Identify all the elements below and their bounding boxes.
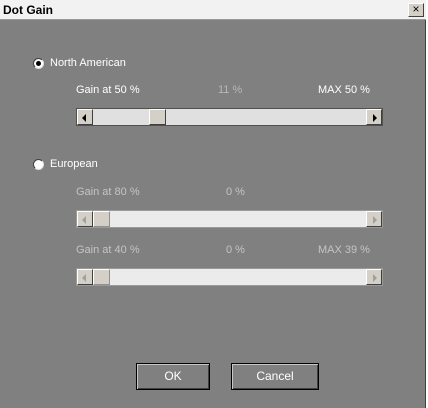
- eu-gain40-label: Gain at 40 %: [76, 244, 140, 256]
- na-slider-left-button[interactable]: [77, 109, 93, 125]
- right-arrow-icon: [373, 216, 377, 224]
- north-american-option[interactable]: North American: [33, 57, 126, 69]
- right-arrow-icon: [373, 274, 377, 282]
- ok-button[interactable]: OK: [136, 363, 210, 390]
- eu40-slider-left-button[interactable]: [77, 269, 93, 285]
- left-arrow-icon: [82, 216, 86, 224]
- title-bar: Dot Gain ×: [0, 0, 426, 20]
- dot-gain-dialog: Dot Gain × North American Gain at 50 % 1…: [0, 0, 426, 408]
- eu-gain80-label: Gain at 80 %: [76, 186, 140, 198]
- na-slider-right-button[interactable]: [366, 109, 382, 125]
- eu-max-label: MAX 39 %: [318, 244, 370, 256]
- eu-gain40-slider[interactable]: [76, 268, 383, 286]
- north-american-label: North American: [50, 57, 126, 69]
- eu-gain40-value: 0 %: [226, 244, 245, 256]
- north-american-radio[interactable]: [33, 57, 44, 69]
- eu80-slider-right-button[interactable]: [366, 211, 382, 227]
- na-gain-label: Gain at 50 %: [76, 84, 140, 96]
- eu80-slider-thumb[interactable]: [93, 211, 110, 227]
- european-label: European: [50, 158, 98, 170]
- na-slider-thumb[interactable]: [149, 109, 166, 125]
- na-gain-value: 11 %: [218, 84, 243, 96]
- eu40-slider-thumb[interactable]: [93, 269, 110, 285]
- european-option[interactable]: European: [33, 158, 98, 170]
- eu-gain80-value: 0 %: [226, 186, 245, 198]
- na-max-label: MAX 50 %: [318, 84, 370, 96]
- eu80-slider-left-button[interactable]: [77, 211, 93, 227]
- dialog-title: Dot Gain: [3, 3, 53, 17]
- eu-gain80-slider[interactable]: [76, 210, 383, 228]
- eu40-slider-right-button[interactable]: [366, 269, 382, 285]
- left-arrow-icon: [82, 114, 86, 122]
- na-gain-slider[interactable]: [76, 108, 383, 126]
- cancel-button[interactable]: Cancel: [231, 363, 319, 390]
- close-icon: ×: [412, 2, 420, 16]
- left-arrow-icon: [82, 274, 86, 282]
- european-radio[interactable]: [33, 158, 44, 170]
- right-arrow-icon: [373, 114, 377, 122]
- close-button[interactable]: ×: [408, 3, 424, 17]
